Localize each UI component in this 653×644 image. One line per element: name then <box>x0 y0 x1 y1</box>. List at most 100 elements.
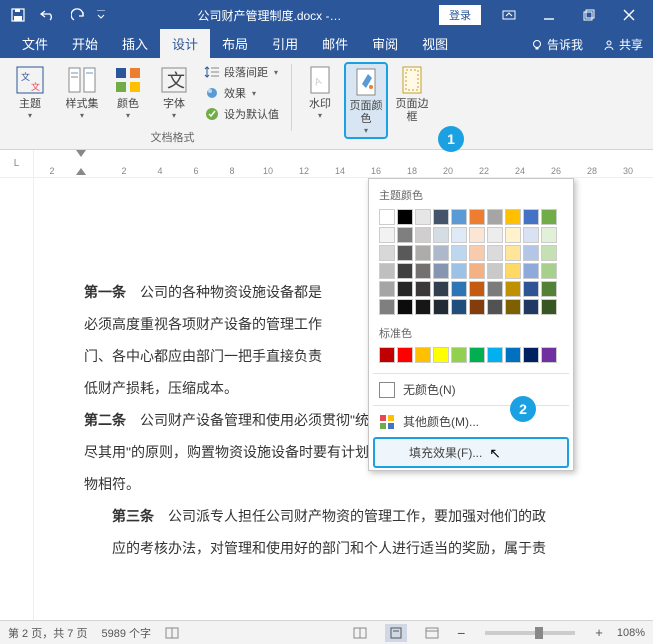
color-swatch[interactable] <box>397 245 413 261</box>
paragraph-spacing-button[interactable]: 段落间距▾ <box>198 62 285 82</box>
color-swatch[interactable] <box>451 227 467 243</box>
color-swatch[interactable] <box>415 281 431 297</box>
more-colors-item[interactable]: 其他颜色(M)... <box>369 408 573 435</box>
zoom-in[interactable]: + <box>595 625 603 640</box>
color-swatch[interactable] <box>523 281 539 297</box>
color-swatch[interactable] <box>469 227 485 243</box>
share-button[interactable]: 共享 <box>593 31 653 58</box>
color-swatch[interactable] <box>451 209 467 225</box>
color-swatch[interactable] <box>451 299 467 315</box>
restore-button[interactable] <box>569 0 609 30</box>
read-mode-button[interactable] <box>349 624 371 642</box>
color-swatch[interactable] <box>379 245 395 261</box>
color-swatch[interactable] <box>397 281 413 297</box>
tab-design[interactable]: 设计 <box>160 29 210 58</box>
color-swatch[interactable] <box>379 281 395 297</box>
color-swatch[interactable] <box>397 347 413 363</box>
color-swatch[interactable] <box>433 347 449 363</box>
tab-review[interactable]: 审阅 <box>360 29 410 58</box>
fill-effects-item[interactable]: 填充效果(F)... ↖ <box>373 437 569 468</box>
color-swatch[interactable] <box>397 209 413 225</box>
color-swatch[interactable] <box>541 209 557 225</box>
color-swatch[interactable] <box>523 209 539 225</box>
color-swatch[interactable] <box>433 209 449 225</box>
zoom-slider[interactable] <box>485 631 575 635</box>
color-swatch[interactable] <box>541 281 557 297</box>
language-indicator[interactable] <box>165 627 179 639</box>
color-swatch[interactable] <box>415 347 431 363</box>
tab-view[interactable]: 视图 <box>410 29 460 58</box>
watermark-button[interactable]: A 水印 ▾ <box>298 62 342 122</box>
color-swatch[interactable] <box>505 227 521 243</box>
color-swatch[interactable] <box>451 245 467 261</box>
color-swatch[interactable] <box>415 245 431 261</box>
fonts-button[interactable]: 文 字体 ▾ <box>152 62 196 122</box>
zoom-thumb[interactable] <box>535 627 543 639</box>
zoom-level[interactable]: 108% <box>617 627 645 639</box>
color-swatch[interactable] <box>379 263 395 279</box>
color-swatch[interactable] <box>433 263 449 279</box>
first-line-indent-marker[interactable] <box>76 150 86 157</box>
colors-button[interactable]: 颜色 ▾ <box>106 62 150 122</box>
color-swatch[interactable] <box>379 227 395 243</box>
redo-button[interactable] <box>64 2 92 28</box>
color-swatch[interactable] <box>433 281 449 297</box>
zoom-out[interactable]: − <box>457 625 465 641</box>
word-count[interactable]: 5989 个字 <box>101 625 151 641</box>
styleset-button[interactable]: 样式集 ▾ <box>60 62 104 122</box>
color-swatch[interactable] <box>469 347 485 363</box>
color-swatch[interactable] <box>415 227 431 243</box>
web-layout-button[interactable] <box>421 624 443 642</box>
close-button[interactable] <box>609 0 649 30</box>
undo-button[interactable] <box>34 2 62 28</box>
color-swatch[interactable] <box>487 281 503 297</box>
color-swatch[interactable] <box>379 209 395 225</box>
save-button[interactable] <box>4 2 32 28</box>
page-borders-button[interactable]: 页面边框 <box>390 62 434 126</box>
color-swatch[interactable] <box>523 347 539 363</box>
color-swatch[interactable] <box>451 263 467 279</box>
minimize-button[interactable] <box>529 0 569 30</box>
color-swatch[interactable] <box>469 245 485 261</box>
tab-layout[interactable]: 布局 <box>210 29 260 58</box>
color-swatch[interactable] <box>523 245 539 261</box>
effects-button[interactable]: 效果▾ <box>198 83 285 103</box>
page-indicator[interactable]: 第 2 页，共 7 页 <box>8 625 87 641</box>
color-swatch[interactable] <box>541 227 557 243</box>
color-swatch[interactable] <box>379 347 395 363</box>
color-swatch[interactable] <box>541 263 557 279</box>
color-swatch[interactable] <box>523 227 539 243</box>
color-swatch[interactable] <box>469 281 485 297</box>
color-swatch[interactable] <box>541 347 557 363</box>
color-swatch[interactable] <box>433 245 449 261</box>
login-button[interactable]: 登录 <box>439 5 481 25</box>
qat-customize[interactable] <box>94 2 108 28</box>
vertical-ruler[interactable] <box>0 178 34 624</box>
color-swatch[interactable] <box>505 245 521 261</box>
color-swatch[interactable] <box>487 227 503 243</box>
color-swatch[interactable] <box>487 299 503 315</box>
tab-insert[interactable]: 插入 <box>110 29 160 58</box>
no-color-item[interactable]: 无颜色(N) <box>369 376 573 403</box>
color-swatch[interactable] <box>523 263 539 279</box>
color-swatch[interactable] <box>505 281 521 297</box>
color-swatch[interactable] <box>397 227 413 243</box>
color-swatch[interactable] <box>469 263 485 279</box>
color-swatch[interactable] <box>469 209 485 225</box>
horizontal-ruler[interactable]: 224681012141618202224262830 <box>34 150 653 177</box>
color-swatch[interactable] <box>397 263 413 279</box>
color-swatch[interactable] <box>487 245 503 261</box>
color-swatch[interactable] <box>397 299 413 315</box>
tab-file[interactable]: 文件 <box>10 29 60 58</box>
color-swatch[interactable] <box>379 299 395 315</box>
color-swatch[interactable] <box>433 227 449 243</box>
color-swatch[interactable] <box>451 281 467 297</box>
tab-home[interactable]: 开始 <box>60 29 110 58</box>
color-swatch[interactable] <box>487 263 503 279</box>
color-swatch[interactable] <box>487 209 503 225</box>
color-swatch[interactable] <box>505 263 521 279</box>
set-default-button[interactable]: 设为默认值 <box>198 104 285 124</box>
color-swatch[interactable] <box>415 209 431 225</box>
color-swatch[interactable] <box>451 347 467 363</box>
color-swatch[interactable] <box>469 299 485 315</box>
